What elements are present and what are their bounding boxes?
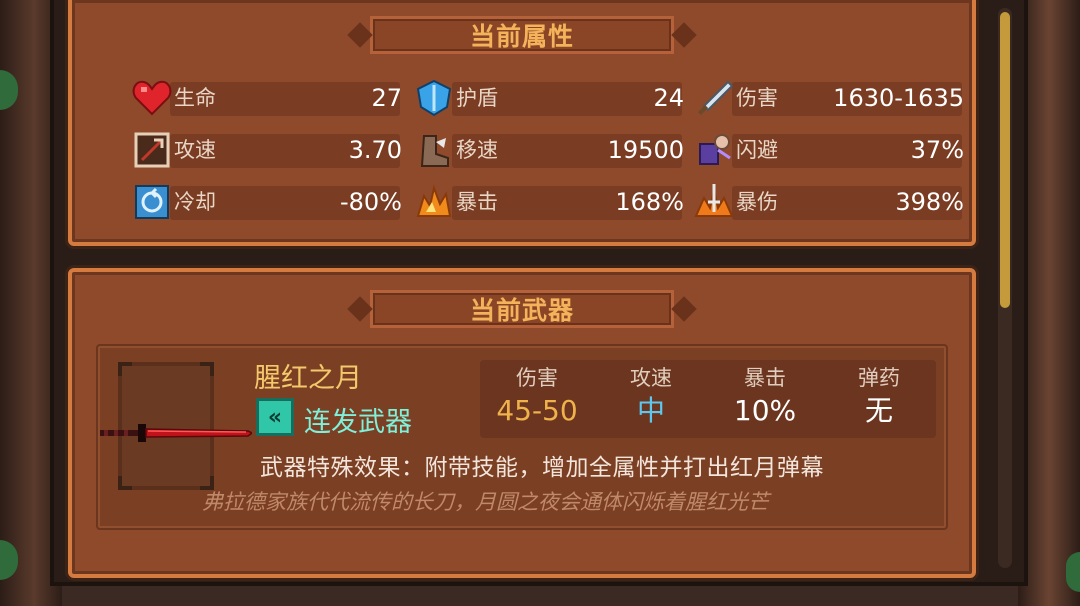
cooldown-icon	[130, 182, 174, 222]
weapon-title-banner: 当前武器	[347, 290, 697, 328]
weapon-type: 连发武器	[304, 407, 412, 438]
stat-value: 37%	[910, 136, 964, 164]
banner-wing-right	[671, 296, 697, 322]
weapon-stat-label: 暴击	[744, 366, 786, 390]
stat-label: 闪避	[736, 138, 778, 162]
shield-icon	[412, 78, 456, 118]
weapon-stat-crit: 暴击 10%	[708, 364, 822, 430]
stat-label: 护盾	[456, 86, 498, 110]
stat-damage: 伤害 1630-1635	[692, 78, 978, 118]
stat-shield: 护盾 24	[412, 78, 698, 118]
stat-value: 168%	[615, 188, 684, 216]
stat-value: 398%	[895, 188, 964, 216]
stat-label: 伤害	[736, 86, 778, 110]
sword-icon	[692, 78, 736, 118]
leaf-decoration	[0, 70, 18, 110]
attributes-panel: 当前属性 生命 27 护盾 24 伤害 1630-1635 攻速 3.70 移速…	[68, 0, 976, 246]
leaf-decoration	[0, 540, 18, 580]
weapon-stat-label: 伤害	[516, 366, 558, 390]
weapon-stat-value: 无	[864, 394, 893, 427]
stat-dodge: 闪避 37%	[692, 130, 978, 170]
stat-label: 暴伤	[736, 190, 778, 214]
stat-health: 生命 27	[130, 78, 416, 118]
rapid-fire-icon: «	[256, 398, 294, 436]
stat-value: 24	[653, 84, 684, 112]
stat-value: 27	[371, 84, 402, 112]
scrollbar-thumb[interactable]	[1000, 12, 1010, 308]
weapon-stat-attack-speed: 攻速 中	[594, 364, 708, 430]
weapon-stat-value: 10%	[733, 394, 797, 427]
boot-icon	[412, 130, 456, 170]
banner-wing-left	[347, 296, 373, 322]
weapon-stats-table: 伤害 45-50 攻速 中 暴击 10% 弹药 无	[480, 360, 936, 438]
banner-wing-left	[347, 22, 373, 48]
weapon-stat-value: 中	[636, 394, 665, 427]
stat-move-speed: 移速 19500	[412, 130, 698, 170]
weapon-stat-ammo: 弹药 无	[822, 364, 936, 430]
attack-speed-icon	[130, 130, 174, 170]
katana-icon	[100, 424, 252, 442]
stat-crit-damage: 暴伤 398%	[692, 182, 978, 222]
dodge-icon	[692, 130, 736, 170]
stat-cooldown: 冷却 -80%	[130, 182, 416, 222]
weapon-title: 当前武器	[469, 296, 574, 325]
heart-icon	[130, 78, 174, 118]
attributes-title: 当前属性	[469, 22, 574, 51]
crit-icon	[412, 182, 456, 222]
weapon-stat-label: 弹药	[858, 366, 900, 390]
stat-value: 1630-1635	[833, 84, 964, 112]
stat-value: 3.70	[348, 136, 402, 164]
stat-value: 19500	[607, 136, 684, 164]
stat-value: -80%	[339, 188, 402, 216]
weapon-special-effect: 武器特殊效果：附带技能，增加全属性并打出红月弹幕	[260, 455, 824, 481]
stat-label: 移速	[456, 138, 498, 162]
weapon-lore: 弗拉德家族代代流传的长刀，月圆之夜会通体闪烁着腥红光芒	[202, 490, 769, 514]
stat-label: 攻速	[174, 138, 216, 162]
leaf-decoration	[1066, 552, 1080, 592]
weapon-panel: 当前武器 腥红之月 « 连发武器 伤害 45-50 攻速 中 暴击 10% 弹药…	[68, 268, 976, 578]
stat-label: 冷却	[174, 190, 216, 214]
attributes-title-banner: 当前属性	[347, 16, 697, 54]
stat-attack-speed: 攻速 3.70	[130, 130, 416, 170]
stat-label: 生命	[174, 86, 216, 110]
weapon-stat-label: 攻速	[630, 366, 672, 390]
banner-wing-right	[671, 22, 697, 48]
weapon-name: 腥红之月	[254, 363, 362, 394]
scrollbar[interactable]	[998, 8, 1012, 568]
stat-crit: 暴击 168%	[412, 182, 698, 222]
weapon-stat-damage: 伤害 45-50	[480, 364, 594, 430]
weapon-card[interactable]: 腥红之月 « 连发武器 伤害 45-50 攻速 中 暴击 10% 弹药 无 武器…	[96, 344, 948, 530]
crit-damage-icon	[692, 182, 736, 222]
stat-label: 暴击	[456, 190, 498, 214]
weapon-stat-value: 45-50	[496, 394, 578, 427]
